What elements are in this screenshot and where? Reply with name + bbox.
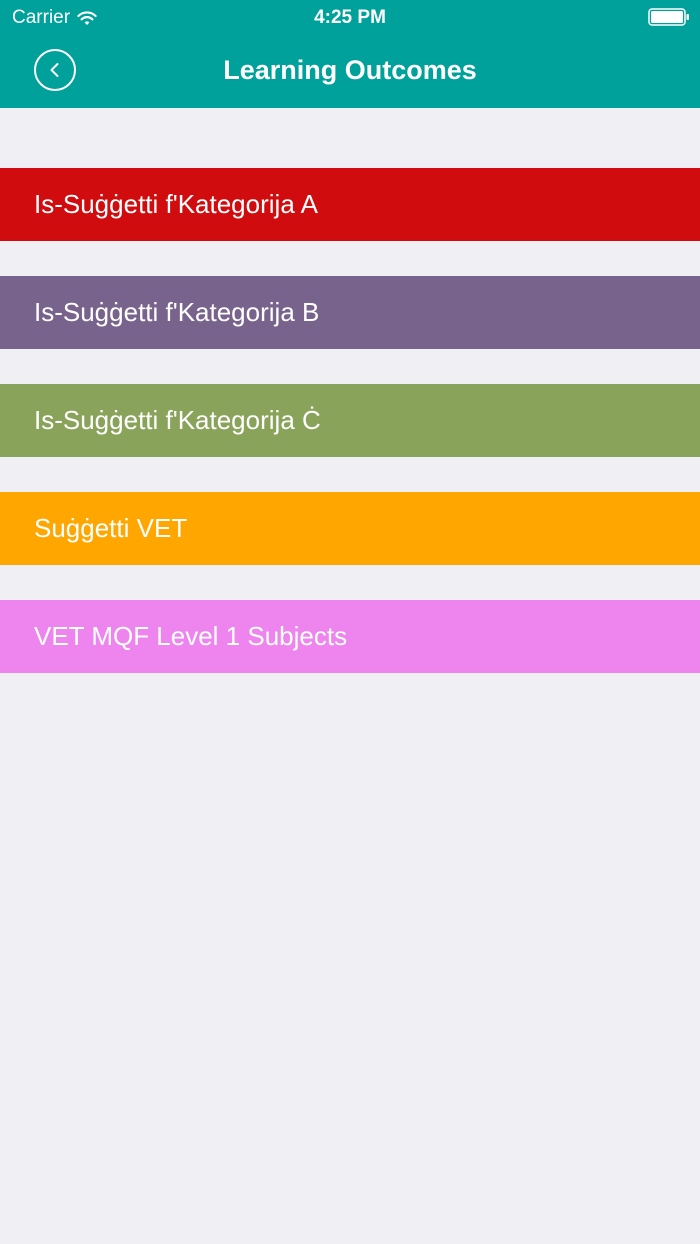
category-item-c[interactable]: Is-Suġġetti f'Kategorija Ċ <box>0 384 700 457</box>
status-bar: Carrier 4:25 PM <box>0 0 700 36</box>
category-item-vet[interactable]: Suġġetti VET <box>0 492 700 565</box>
category-label: VET MQF Level 1 Subjects <box>34 621 348 651</box>
category-item-a[interactable]: Is-Suġġetti f'Kategorija A <box>0 168 700 241</box>
navigation-bar: Learning Outcomes <box>0 36 700 108</box>
category-label: Is-Suġġetti f'Kategorija A <box>34 189 318 219</box>
category-label: Is-Suġġetti f'Kategorija B <box>34 297 320 327</box>
category-item-vet-mqf-level-1[interactable]: VET MQF Level 1 Subjects <box>0 600 700 673</box>
category-label: Is-Suġġetti f'Kategorija Ċ <box>34 405 321 435</box>
status-time: 4:25 PM <box>314 7 386 28</box>
battery-icon <box>648 8 690 26</box>
page-title: Learning Outcomes <box>223 55 477 85</box>
category-list: Is-Suġġetti f'Kategorija A Is-Suġġetti f… <box>0 168 700 708</box>
header: Carrier 4:25 PM Learning Outcomes <box>0 0 700 108</box>
category-label: Suġġetti VET <box>34 513 188 543</box>
category-item-b[interactable]: Is-Suġġetti f'Kategorija B <box>0 276 700 349</box>
